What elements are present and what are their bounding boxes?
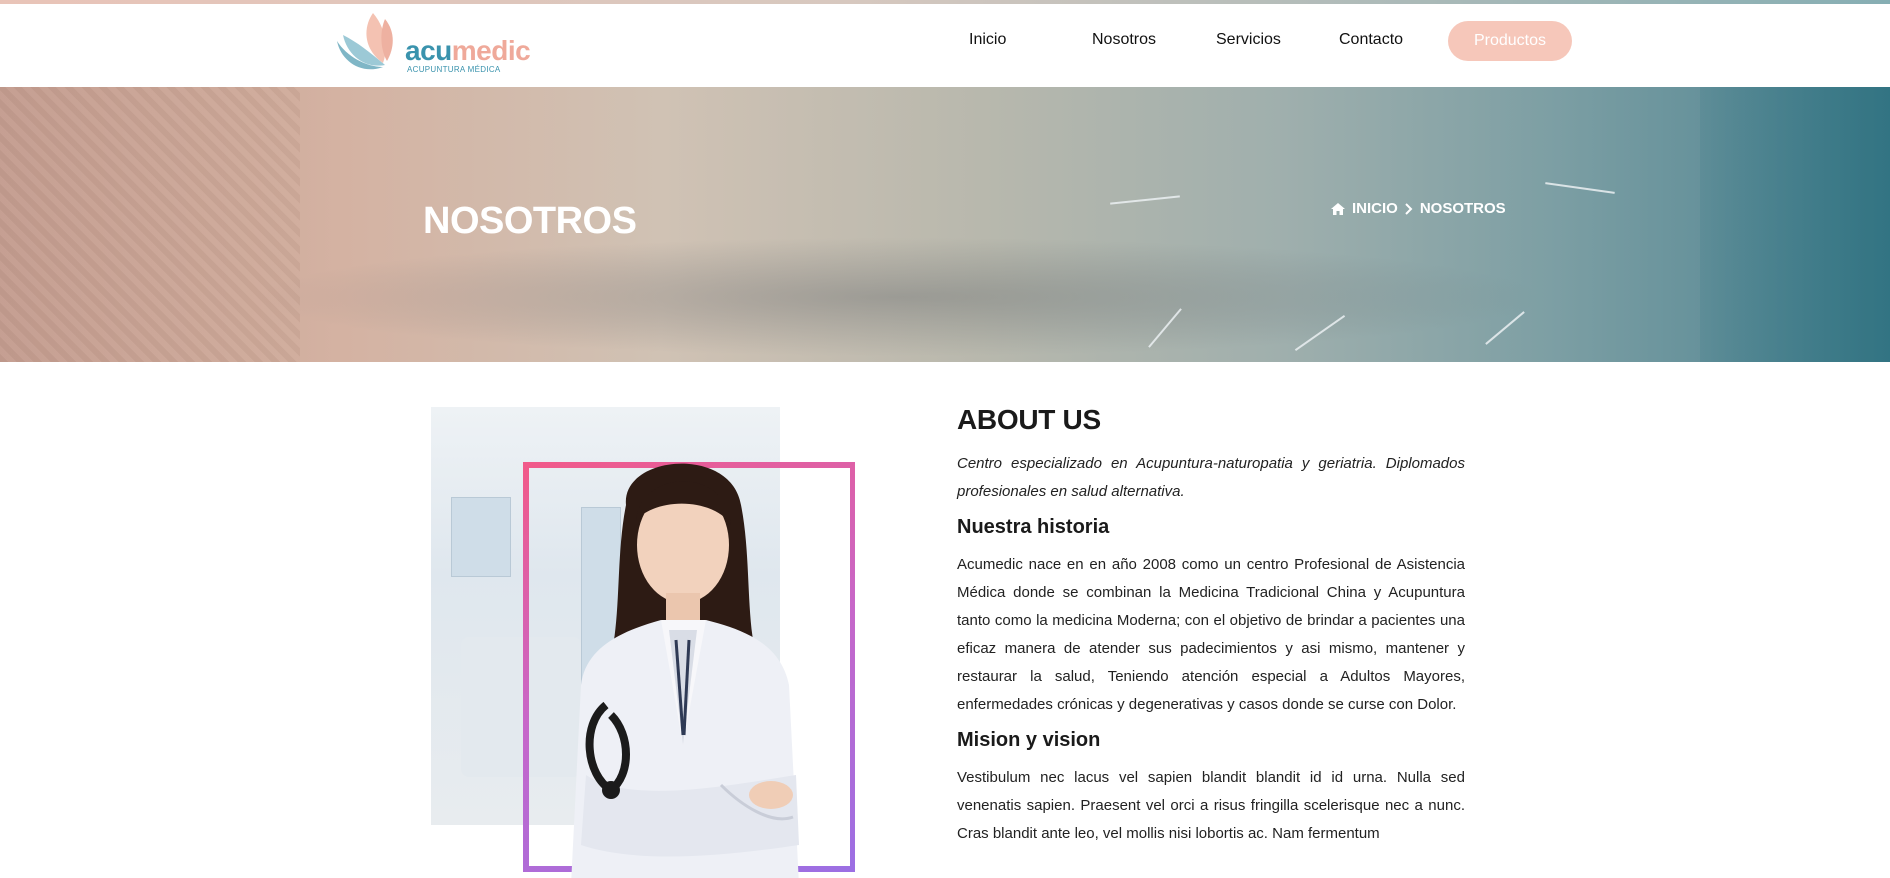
nav-item-contacto[interactable]: Contacto [1339, 31, 1403, 49]
doctor-figure [571, 463, 799, 878]
chevron-right-icon [1405, 202, 1413, 215]
site-logo[interactable]: acumedic ACUPUNTURA MÉDICA [333, 11, 531, 77]
brand-name-part1: acu [405, 35, 452, 66]
breadcrumb-current: NOSOTROS [1419, 200, 1506, 217]
hero-background-fabric [1700, 87, 1890, 362]
page-hero-banner: NOSOTROS INICIO NOSOTROS [0, 87, 1890, 362]
about-heading: ABOUT US [957, 404, 1101, 435]
mission-heading: Mision y vision [957, 729, 1101, 751]
nav-item-inicio[interactable]: Inicio [969, 31, 1006, 49]
lotus-logo-icon [337, 13, 393, 70]
mission-text: Vestibulum nec lacus vel sapien blandit … [957, 769, 1465, 842]
breadcrumb-home-link[interactable]: INICIO [1352, 200, 1398, 217]
history-heading: Nuestra historia [957, 516, 1110, 538]
brand-tagline: ACUPUNTURA MÉDICA [407, 65, 501, 74]
nav-item-nosotros[interactable]: Nosotros [1092, 31, 1156, 49]
acupuncture-needle-decoration [1110, 195, 1180, 205]
breadcrumb: INICIO NOSOTROS [1330, 200, 1506, 217]
page-title: NOSOTROS [423, 200, 637, 242]
history-text: Acumedic nace en en año 2008 como un cen… [957, 556, 1465, 713]
brand-wordmark: acumedic [405, 35, 531, 67]
site-header: acumedic ACUPUNTURA MÉDICA Inicio Nosotr… [0, 4, 1890, 87]
home-icon[interactable] [1330, 202, 1346, 216]
acupuncture-needle-decoration [1545, 182, 1615, 194]
doctor-photo [431, 407, 855, 878]
about-section: ABOUT US Centro especializado en Acupunt… [957, 404, 1465, 848]
hero-background-shadow [250, 237, 1550, 357]
brand-name-part2: medic [451, 35, 531, 66]
about-intro: Centro especializado en Acupuntura-natur… [957, 455, 1465, 500]
productos-button[interactable]: Productos [1448, 21, 1572, 61]
nav-item-servicios[interactable]: Servicios [1216, 31, 1281, 49]
